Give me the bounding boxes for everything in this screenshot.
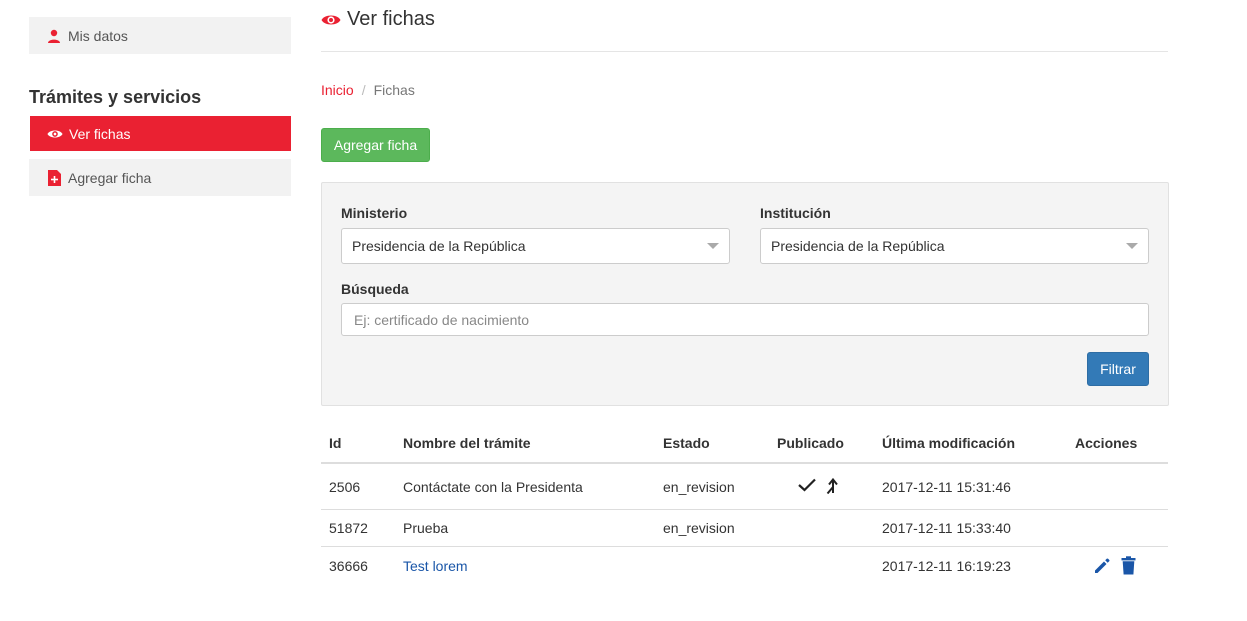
eye-icon xyxy=(321,13,341,27)
sidebar-item-label: Mis datos xyxy=(68,27,128,44)
sidebar-section-title: Trámites y servicios xyxy=(29,87,202,107)
institution-select[interactable]: Presidencia de la República xyxy=(760,228,1149,264)
cell-status: en_revision xyxy=(655,463,769,510)
edit-icon[interactable] xyxy=(1093,557,1111,575)
column-header-id: Id xyxy=(321,424,395,464)
breadcrumb-home-link[interactable]: Inicio xyxy=(321,82,354,98)
institution-select-value: Presidencia de la República xyxy=(771,238,945,254)
breadcrumb-separator: / xyxy=(361,82,366,98)
page-header: Ver fichas xyxy=(321,8,435,31)
filter-button[interactable]: Filtrar xyxy=(1087,352,1149,386)
cell-published xyxy=(769,547,874,585)
user-icon xyxy=(46,28,62,44)
table-row: 36666 Test lorem 2017-12-11 16:19:23 xyxy=(321,547,1168,585)
cell-id: 2506 xyxy=(321,463,395,510)
cell-name: Contáctate con la Presidenta xyxy=(395,463,655,510)
cell-name: Test lorem xyxy=(395,547,655,585)
cell-status xyxy=(655,547,769,585)
trash-icon[interactable] xyxy=(1121,556,1136,575)
search-input[interactable] xyxy=(341,303,1149,336)
page-title: Ver fichas xyxy=(347,8,435,30)
sidebar-item-label: Agregar ficha xyxy=(68,169,152,186)
ministry-select[interactable]: Presidencia de la República xyxy=(341,228,730,264)
cell-published xyxy=(769,463,874,510)
chevron-down-icon xyxy=(707,243,719,249)
column-header-status: Estado xyxy=(655,424,769,464)
eye-icon xyxy=(47,126,63,142)
sidebar-item-add-record[interactable]: Agregar ficha xyxy=(29,159,291,196)
cell-id: 51872 xyxy=(321,509,395,547)
chevron-down-icon xyxy=(1126,243,1138,249)
sidebar-item-my-data[interactable]: Mis datos xyxy=(29,17,291,54)
cell-published xyxy=(769,509,874,547)
sidebar-item-view-records[interactable]: Ver fichas xyxy=(30,116,291,151)
cell-modified: 2017-12-11 15:31:46 xyxy=(874,463,1067,510)
ministry-select-value: Presidencia de la República xyxy=(352,238,526,254)
institution-label: Institución xyxy=(760,205,831,221)
ministry-label: Ministerio xyxy=(341,205,408,221)
cell-name: Prueba xyxy=(395,509,655,547)
merge-icon xyxy=(826,476,840,497)
table-row: 2506 Contáctate con la Presidenta en_rev… xyxy=(321,463,1168,510)
column-header-name: Nombre del trámite xyxy=(395,424,655,464)
column-header-actions: Acciones xyxy=(1067,424,1168,464)
cell-modified: 2017-12-11 15:33:40 xyxy=(874,509,1067,547)
search-label: Búsqueda xyxy=(341,281,409,297)
file-add-icon xyxy=(46,169,62,186)
records-table: Id Nombre del trámite Estado Publicado Ú… xyxy=(321,424,1168,584)
cell-modified: 2017-12-11 16:19:23 xyxy=(882,557,1011,574)
header-divider xyxy=(321,51,1168,52)
cell-actions xyxy=(1067,509,1168,547)
add-record-button[interactable]: Agregar ficha xyxy=(321,128,430,162)
table-row: 51872 Prueba en_revision 2017-12-11 15:3… xyxy=(321,509,1168,547)
breadcrumb-current: Fichas xyxy=(373,82,415,98)
filter-panel: Ministerio Presidencia de la República I… xyxy=(321,182,1169,406)
cell-actions xyxy=(1067,547,1168,585)
table-header-row: Id Nombre del trámite Estado Publicado Ú… xyxy=(321,424,1168,464)
cell-status: en_revision xyxy=(655,509,769,547)
cell-actions xyxy=(1067,463,1168,510)
check-icon xyxy=(798,478,816,495)
column-header-modified: Última modificación xyxy=(874,424,1067,464)
breadcrumb: Inicio / Fichas xyxy=(321,82,415,98)
sidebar-item-label: Ver fichas xyxy=(69,125,131,142)
record-name-link[interactable]: Test lorem xyxy=(403,558,468,574)
cell-id: 36666 xyxy=(329,557,368,574)
column-header-published: Publicado xyxy=(769,424,874,464)
